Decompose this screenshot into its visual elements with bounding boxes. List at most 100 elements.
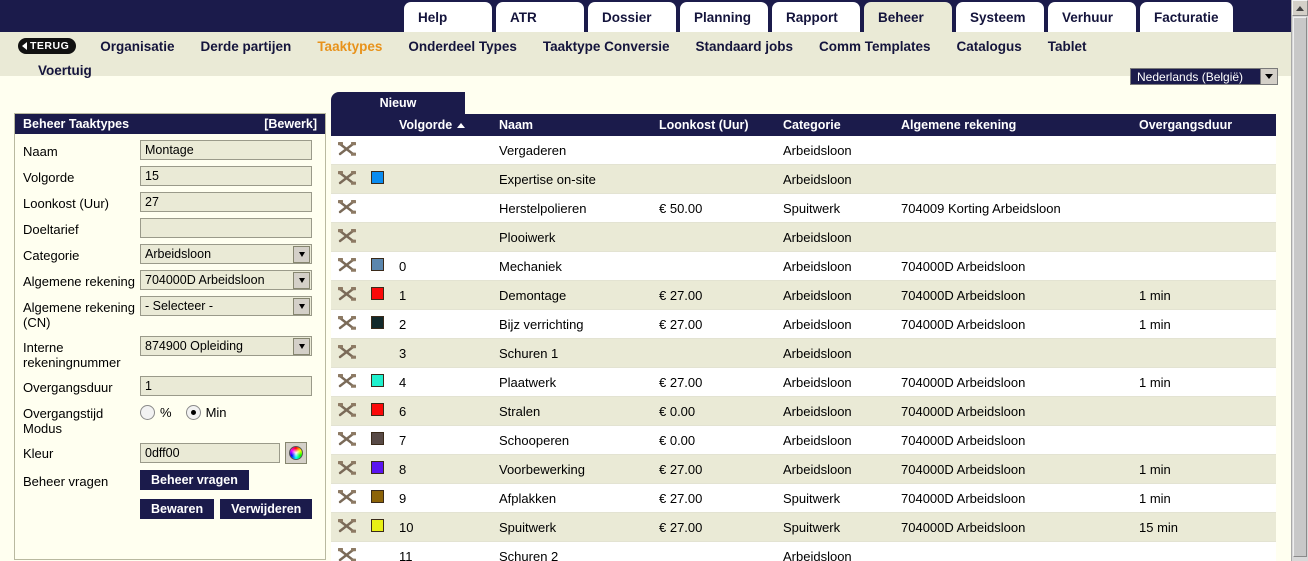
radio-min[interactable] bbox=[185, 405, 201, 420]
tab-planning[interactable]: Planning bbox=[680, 2, 768, 32]
chevron-down-icon[interactable] bbox=[293, 298, 310, 315]
row-tools-icon[interactable] bbox=[331, 454, 365, 484]
nav-row-primary: TERUG Organisatie Derde partijen Taaktypes… bbox=[0, 36, 1292, 56]
tab-atr[interactable]: ATR bbox=[496, 2, 584, 32]
table-row[interactable]: 3 Schuren 1 Arbeidsloon bbox=[331, 338, 1276, 368]
nav-item-taaktype-conversie[interactable]: Taaktype Conversie bbox=[543, 39, 670, 54]
nav-item-tablet[interactable]: Tablet bbox=[1048, 39, 1087, 54]
tab-verhuur[interactable]: Verhuur bbox=[1048, 2, 1136, 32]
radio-percent[interactable] bbox=[140, 405, 155, 420]
interne-rekeningnummer-select[interactable]: 874900 Opleiding bbox=[140, 336, 312, 356]
scrollbar-thumb[interactable] bbox=[1293, 17, 1307, 557]
column-header-overgangsduur[interactable]: Overgangsduur bbox=[1133, 114, 1276, 136]
tools-icon[interactable] bbox=[337, 141, 357, 157]
table-row[interactable]: Plooiwerk Arbeidsloon bbox=[331, 222, 1276, 252]
table-row[interactable]: Herstelpolieren € 50.00 Spuitwerk 704009 Ko… bbox=[331, 193, 1276, 223]
tools-icon[interactable] bbox=[337, 431, 357, 447]
table-row[interactable]: 8 Voorbewerking € 27.00 Arbeidsloon 704000D … bbox=[331, 454, 1276, 484]
tools-icon[interactable] bbox=[337, 315, 357, 331]
row-tools-icon[interactable] bbox=[331, 251, 365, 281]
table-row[interactable]: 6 Stralen € 0.00 Arbeidsloon 704000D Arbeids… bbox=[331, 396, 1276, 426]
tools-icon[interactable] bbox=[337, 489, 357, 505]
tab-beheer[interactable]: Beheer bbox=[864, 2, 952, 32]
row-tools-icon[interactable] bbox=[331, 541, 365, 561]
tools-icon[interactable] bbox=[337, 257, 357, 273]
column-header-rekening[interactable]: Algemene rekening bbox=[895, 114, 1133, 136]
loonkost-input[interactable] bbox=[140, 192, 312, 212]
nav-item-onderdeel-types[interactable]: Onderdeel Types bbox=[408, 39, 517, 54]
tools-icon[interactable] bbox=[337, 402, 357, 418]
tab-systeem[interactable]: Systeem bbox=[956, 2, 1044, 32]
algemene-rekening-cn-select[interactable]: - Selecteer - bbox=[140, 296, 312, 316]
tools-icon[interactable] bbox=[337, 344, 357, 360]
tab-dossier[interactable]: Dossier bbox=[588, 2, 676, 32]
row-tools-icon[interactable] bbox=[331, 222, 365, 252]
row-tools-icon[interactable] bbox=[331, 512, 365, 542]
beheer-vragen-button[interactable]: Beheer vragen bbox=[140, 470, 249, 490]
column-header-naam[interactable]: Naam bbox=[493, 114, 653, 136]
tools-icon[interactable] bbox=[337, 286, 357, 302]
save-button[interactable]: Bewaren bbox=[140, 499, 215, 519]
table-row[interactable]: 0 Mechaniek Arbeidsloon 704000D Arbeidsloon bbox=[331, 251, 1276, 281]
overgangsduur-input[interactable] bbox=[140, 376, 312, 396]
tools-icon[interactable] bbox=[337, 170, 357, 186]
table-row[interactable]: 7 Schooperen € 0.00 Arbeidsloon 704000D Arbe… bbox=[331, 425, 1276, 455]
tools-icon[interactable] bbox=[337, 228, 357, 244]
form-action-buttons: Bewaren Verwijderen bbox=[15, 499, 325, 519]
nav-item-standaard-jobs[interactable]: Standaard jobs bbox=[695, 39, 793, 54]
table-row[interactable]: Vergaderen Arbeidsloon bbox=[331, 136, 1276, 165]
cell-loonkost: € 0.00 bbox=[653, 396, 777, 426]
color-picker-button[interactable] bbox=[285, 442, 307, 464]
row-tools-icon[interactable] bbox=[331, 483, 365, 513]
algemene-rekening-select[interactable]: 704000D Arbeidsloon bbox=[140, 270, 312, 290]
scroll-up-arrow-icon[interactable] bbox=[1292, 0, 1308, 16]
nav-item-voertuig[interactable]: Voertuig bbox=[38, 63, 92, 78]
table-row[interactable]: 1 Demontage € 27.00 Arbeidsloon 704000D Arbe… bbox=[331, 280, 1276, 310]
naam-input[interactable] bbox=[140, 140, 312, 160]
language-select[interactable]: Nederlands (België) bbox=[1130, 68, 1278, 85]
table-row[interactable]: 2 Bijz verrichting € 27.00 Arbeidsloon 70400… bbox=[331, 309, 1276, 339]
kleur-input[interactable] bbox=[140, 443, 280, 463]
table-row[interactable]: 4 Plaatwerk € 27.00 Arbeidsloon 704000D Arbe… bbox=[331, 367, 1276, 397]
chevron-down-icon[interactable] bbox=[293, 338, 310, 355]
nav-item-comm-templates[interactable]: Comm Templates bbox=[819, 39, 931, 54]
nav-item-derde-partijen[interactable]: Derde partijen bbox=[201, 39, 292, 54]
row-tools-icon[interactable] bbox=[331, 309, 365, 339]
row-tools-icon[interactable] bbox=[331, 367, 365, 397]
column-header-loonkost[interactable]: Loonkost (Uur) bbox=[653, 114, 777, 136]
row-tools-icon[interactable] bbox=[331, 193, 365, 223]
tools-icon[interactable] bbox=[337, 460, 357, 476]
table-row[interactable]: 11 Schuren 2 Arbeidsloon bbox=[331, 541, 1276, 561]
doeltarief-input[interactable] bbox=[140, 218, 312, 238]
chevron-down-icon[interactable] bbox=[1260, 69, 1277, 84]
back-button[interactable]: TERUG bbox=[18, 38, 77, 54]
tab-facturatie[interactable]: Facturatie bbox=[1140, 2, 1233, 32]
categorie-select[interactable]: Arbeidsloon bbox=[140, 244, 312, 264]
chevron-down-icon[interactable] bbox=[293, 246, 310, 263]
row-tools-icon[interactable] bbox=[331, 338, 365, 368]
table-row[interactable]: 9 Afplakken € 27.00 Spuitwerk 704000D Arbeid… bbox=[331, 483, 1276, 513]
tools-icon[interactable] bbox=[337, 518, 357, 534]
row-tools-icon[interactable] bbox=[331, 136, 365, 165]
volgorde-input[interactable] bbox=[140, 166, 312, 186]
vertical-scrollbar[interactable] bbox=[1291, 0, 1308, 561]
row-tools-icon[interactable] bbox=[331, 396, 365, 426]
column-header-volgorde[interactable]: Volgorde bbox=[393, 114, 493, 136]
row-tools-icon[interactable] bbox=[331, 425, 365, 455]
tab-rapport[interactable]: Rapport bbox=[772, 2, 860, 32]
chevron-down-icon[interactable] bbox=[293, 272, 310, 289]
tools-icon[interactable] bbox=[337, 199, 357, 215]
table-row[interactable]: 10 Spuitwerk € 27.00 Spuitwerk 704000D Arbei… bbox=[331, 512, 1276, 542]
nav-item-catalogus[interactable]: Catalogus bbox=[957, 39, 1022, 54]
nav-item-organisatie[interactable]: Organisatie bbox=[100, 39, 174, 54]
tab-help[interactable]: Help bbox=[404, 2, 492, 32]
new-taaktype-tab[interactable]: Nieuw bbox=[331, 92, 465, 114]
table-row[interactable]: Expertise on-site Arbeidsloon bbox=[331, 164, 1276, 194]
tools-icon[interactable] bbox=[337, 373, 357, 389]
row-tools-icon[interactable] bbox=[331, 164, 365, 194]
delete-button[interactable]: Verwijderen bbox=[220, 499, 313, 519]
column-header-categorie[interactable]: Categorie bbox=[777, 114, 895, 136]
row-tools-icon[interactable] bbox=[331, 280, 365, 310]
nav-item-taaktypes[interactable]: Taaktypes bbox=[317, 39, 382, 54]
tools-icon[interactable] bbox=[337, 547, 357, 561]
